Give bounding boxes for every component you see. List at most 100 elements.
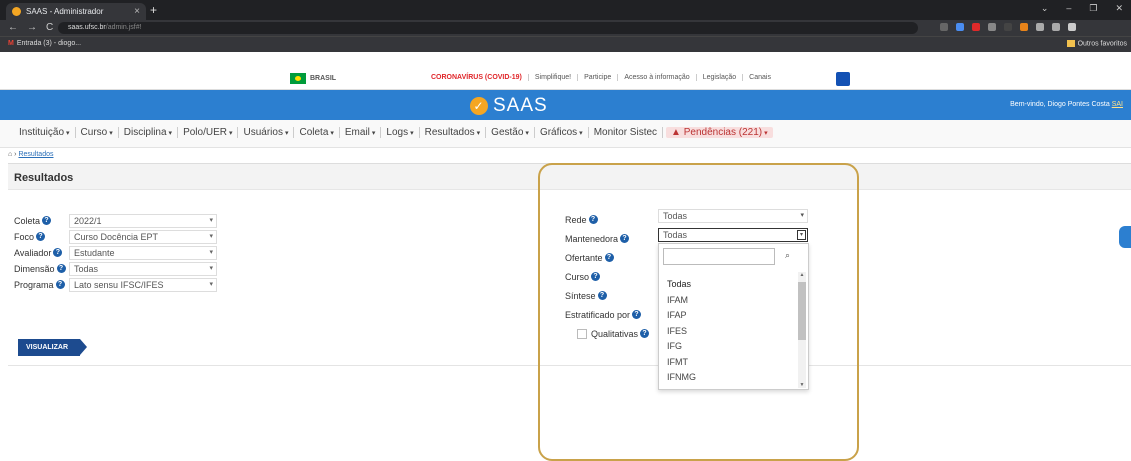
country-label: BRASIL xyxy=(310,75,337,82)
search-icon: ⌕ xyxy=(785,250,791,260)
menu-instituicao[interactable]: Instituição ▾ xyxy=(14,127,76,138)
other-bookmarks[interactable]: Outros favoritos xyxy=(1066,40,1127,47)
close-tab-icon[interactable]: × xyxy=(134,6,140,17)
main-menu: Instituição ▾ Curso ▾ Disciplina ▾ Polo/UER… xyxy=(0,120,1131,148)
maximize-button[interactable]: ❐ xyxy=(1089,3,1097,14)
extension-icon[interactable] xyxy=(1004,23,1012,31)
chevron-down-icon: ▾ xyxy=(209,232,213,240)
minimize-button[interactable]: – xyxy=(1066,3,1071,14)
menu-logs[interactable]: Logs ▾ xyxy=(381,127,420,138)
gov-link-simplifique[interactable]: Simplifique! xyxy=(527,74,577,81)
menu-usuarios[interactable]: Usuários ▾ xyxy=(238,127,295,138)
menu-graficos[interactable]: Gráficos ▾ xyxy=(535,127,589,138)
breadcrumb-resultados[interactable]: Resultados xyxy=(18,151,53,158)
ofertante-label: Ofertante? xyxy=(565,253,614,263)
scroll-thumb[interactable] xyxy=(798,282,806,340)
side-help-button[interactable] xyxy=(1119,226,1131,248)
rede-select[interactable]: Todas ▾ xyxy=(658,209,808,223)
address-bar-row: ← → C saas.ufsc.br/admin.jsf#! xyxy=(0,20,1131,36)
dropdown-option[interactable]: IFG xyxy=(667,339,696,355)
extension-icon[interactable] xyxy=(988,23,996,31)
pinterest-icon[interactable] xyxy=(972,23,980,31)
close-window-button[interactable]: ✕ xyxy=(1115,3,1123,14)
bookmark-gmail[interactable]: M Entrada (3) - diogo... xyxy=(8,40,81,47)
menu-pendencias[interactable]: ▲ Pendências (221) ▾ xyxy=(666,127,773,138)
gov-link-acesso[interactable]: Acesso à informação xyxy=(617,74,695,81)
rede-row: Rede? xyxy=(565,210,649,229)
logout-link[interactable]: SAI xyxy=(1112,101,1123,108)
gov-link-participe[interactable]: Participe xyxy=(577,74,617,81)
url-field[interactable]: saas.ufsc.br/admin.jsf#! xyxy=(58,22,918,34)
dropdown-option[interactable]: IFMT xyxy=(667,355,696,371)
qualitativas-checkbox[interactable] xyxy=(577,328,587,339)
dropdown-option[interactable]: IFES xyxy=(667,324,696,340)
dropdown-scrollbar[interactable]: ▲ ▼ xyxy=(798,272,806,388)
gov-link-canais[interactable]: Canais xyxy=(742,74,777,81)
help-icon[interactable]: ? xyxy=(620,234,630,243)
brazil-flag-icon xyxy=(290,73,306,84)
browser-tab[interactable]: SAAS - Administrador × xyxy=(6,3,146,20)
qualitativas-row: Qualitativas? xyxy=(565,324,650,343)
menu-disciplina[interactable]: Disciplina ▾ xyxy=(119,127,179,138)
logo-text: SAAS xyxy=(493,95,548,116)
dropdown-search-input[interactable] xyxy=(663,248,775,265)
tab-search-icon[interactable]: ⌄ xyxy=(1041,3,1049,14)
dropdown-option[interactable]: IFAP xyxy=(667,308,696,324)
mantenedora-select[interactable]: Todas ▾ xyxy=(658,228,808,242)
dropdown-option[interactable]: IFNMG xyxy=(667,370,696,386)
help-icon[interactable]: ? xyxy=(53,248,63,257)
menu-resultados[interactable]: Resultados ▾ xyxy=(420,127,487,138)
reload-button[interactable]: C xyxy=(46,22,53,33)
visualize-button[interactable]: VISUALIZAR xyxy=(18,339,87,356)
extension-icon[interactable] xyxy=(1020,23,1028,31)
help-icon[interactable]: ? xyxy=(591,272,601,281)
dropdown-option[interactable]: Todas xyxy=(667,277,696,293)
help-icon[interactable]: ? xyxy=(604,253,614,262)
help-icon[interactable]: ? xyxy=(36,232,46,241)
saas-logo[interactable]: ✓ SAAS xyxy=(470,95,548,117)
gov-link-covid[interactable]: CORONAVÍRUS (COVID-19) xyxy=(425,74,528,81)
bookmark-star-icon[interactable] xyxy=(956,23,964,31)
share-icon[interactable] xyxy=(940,23,948,31)
accessibility-icon[interactable] xyxy=(836,72,850,86)
url-host: saas.ufsc.br xyxy=(68,24,106,31)
help-icon[interactable]: ? xyxy=(640,329,650,338)
help-icon[interactable]: ? xyxy=(42,216,52,225)
dropdown-option[interactable]: IFAM xyxy=(667,293,696,309)
browser-tab-bar: SAAS - Administrador × + ⌄ – ❐ ✕ xyxy=(0,0,1131,20)
foco-select[interactable]: Curso Docência EPT ▾ xyxy=(69,229,217,244)
home-icon[interactable]: ⌂ › xyxy=(8,151,17,158)
scroll-down-icon[interactable]: ▼ xyxy=(798,382,806,388)
new-tab-button[interactable]: + xyxy=(150,3,157,17)
brasil-link[interactable]: BRASIL xyxy=(290,73,336,84)
rede-label: Rede? xyxy=(565,215,598,225)
help-icon[interactable]: ? xyxy=(588,215,598,224)
avaliador-select[interactable]: Estudante ▾ xyxy=(69,245,217,260)
menu-coleta[interactable]: Coleta ▾ xyxy=(294,127,340,138)
estratificado-row: Estratificado por? xyxy=(565,305,649,324)
scroll-up-icon[interactable]: ▲ xyxy=(798,272,806,278)
foco-label: Foco? xyxy=(14,232,69,242)
help-icon[interactable]: ? xyxy=(597,291,607,300)
dimensao-select[interactable]: Todas ▾ xyxy=(69,261,217,276)
playlist-icon[interactable] xyxy=(1052,23,1060,31)
sidepanel-icon[interactable] xyxy=(1068,23,1076,31)
gov-bar: BRASIL CORONAVÍRUS (COVID-19) Simplifiqu… xyxy=(0,68,1131,90)
forward-button[interactable]: → xyxy=(27,22,37,33)
help-icon[interactable]: ? xyxy=(56,264,66,273)
menu-email[interactable]: Email ▾ xyxy=(340,127,382,138)
help-icon[interactable]: ? xyxy=(632,310,642,319)
menu-curso[interactable]: Curso ▾ xyxy=(76,127,119,138)
menu-polo[interactable]: Polo/UER ▾ xyxy=(178,127,239,138)
gov-link-legislacao[interactable]: Legislação xyxy=(695,74,742,81)
back-button[interactable]: ← xyxy=(8,22,18,33)
menu-monitor-sistec[interactable]: Monitor Sistec xyxy=(589,127,664,138)
sintese-label: Síntese? xyxy=(565,291,607,301)
url-path: /admin.jsf#! xyxy=(105,24,142,31)
puzzle-icon[interactable] xyxy=(1036,23,1044,31)
programa-select[interactable]: Lato sensu IFSC/IFES ▾ xyxy=(69,277,217,292)
left-filter-form: Coleta? 2022/1 ▾ Foco? Curso Docência EPT… xyxy=(14,213,217,293)
coleta-select[interactable]: 2022/1 ▾ xyxy=(69,213,217,228)
help-icon[interactable]: ? xyxy=(55,280,65,289)
menu-gestao[interactable]: Gestão ▾ xyxy=(486,127,535,138)
